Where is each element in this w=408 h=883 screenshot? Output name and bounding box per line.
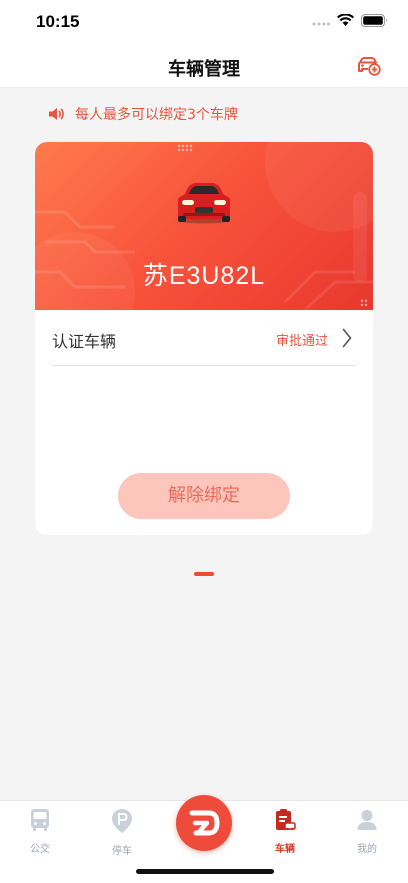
battery-icon xyxy=(361,14,387,27)
red-car-icon xyxy=(177,183,231,224)
approval-status: 审批通过 xyxy=(275,334,328,349)
status-bar: 10:15 xyxy=(0,0,408,44)
navigation-bar: 车辆管理 xyxy=(0,44,408,88)
car-add-icon xyxy=(358,57,381,76)
unbind-button[interactable]: 解除绑定 xyxy=(118,473,290,519)
wifi-icon xyxy=(337,14,354,26)
add-vehicle-button[interactable] xyxy=(356,53,382,79)
app-logo-icon xyxy=(189,810,220,836)
notice-text: 每人最多可以绑定3个车牌 xyxy=(75,107,238,123)
parking-icon xyxy=(112,809,132,833)
verify-vehicle-label: 认证车辆 xyxy=(52,332,117,351)
person-icon xyxy=(357,810,377,830)
tab-bus[interactable]: 公交 xyxy=(10,808,70,855)
status-icons xyxy=(312,14,388,27)
vehicle-card-banner: 苏E3U82L xyxy=(35,142,373,310)
tab-label-parking: 停车 xyxy=(112,846,132,857)
vehicle-card: 苏E3U82L 认证车辆 审批通过 解除绑定 xyxy=(35,142,373,535)
tab-label-bus: 公交 xyxy=(30,844,50,855)
speaker-icon xyxy=(49,108,64,120)
tab-mine[interactable]: 我的 xyxy=(337,808,397,855)
status-time: 10:15 xyxy=(36,12,80,31)
app-home-button[interactable] xyxy=(176,795,232,851)
bus-icon xyxy=(31,809,49,831)
vehicle-clipboard-icon xyxy=(276,809,296,831)
tab-vehicle[interactable]: 车辆 xyxy=(255,808,315,855)
page-indicator xyxy=(194,572,214,576)
plate-number: 苏E3U82L xyxy=(142,262,266,290)
tab-parking[interactable]: 停车 xyxy=(92,808,152,857)
tab-label-mine: 我的 xyxy=(357,844,377,855)
verify-vehicle-row[interactable]: 认证车辆 审批通过 xyxy=(52,310,356,366)
tab-label-vehicle: 车辆 xyxy=(275,844,295,855)
signal-icon xyxy=(312,21,330,26)
home-indicator xyxy=(136,869,274,874)
binding-limit-notice: 每人最多可以绑定3个车牌 xyxy=(48,104,238,124)
page-title: 车辆管理 xyxy=(168,59,240,80)
chevron-right-icon xyxy=(342,328,352,348)
